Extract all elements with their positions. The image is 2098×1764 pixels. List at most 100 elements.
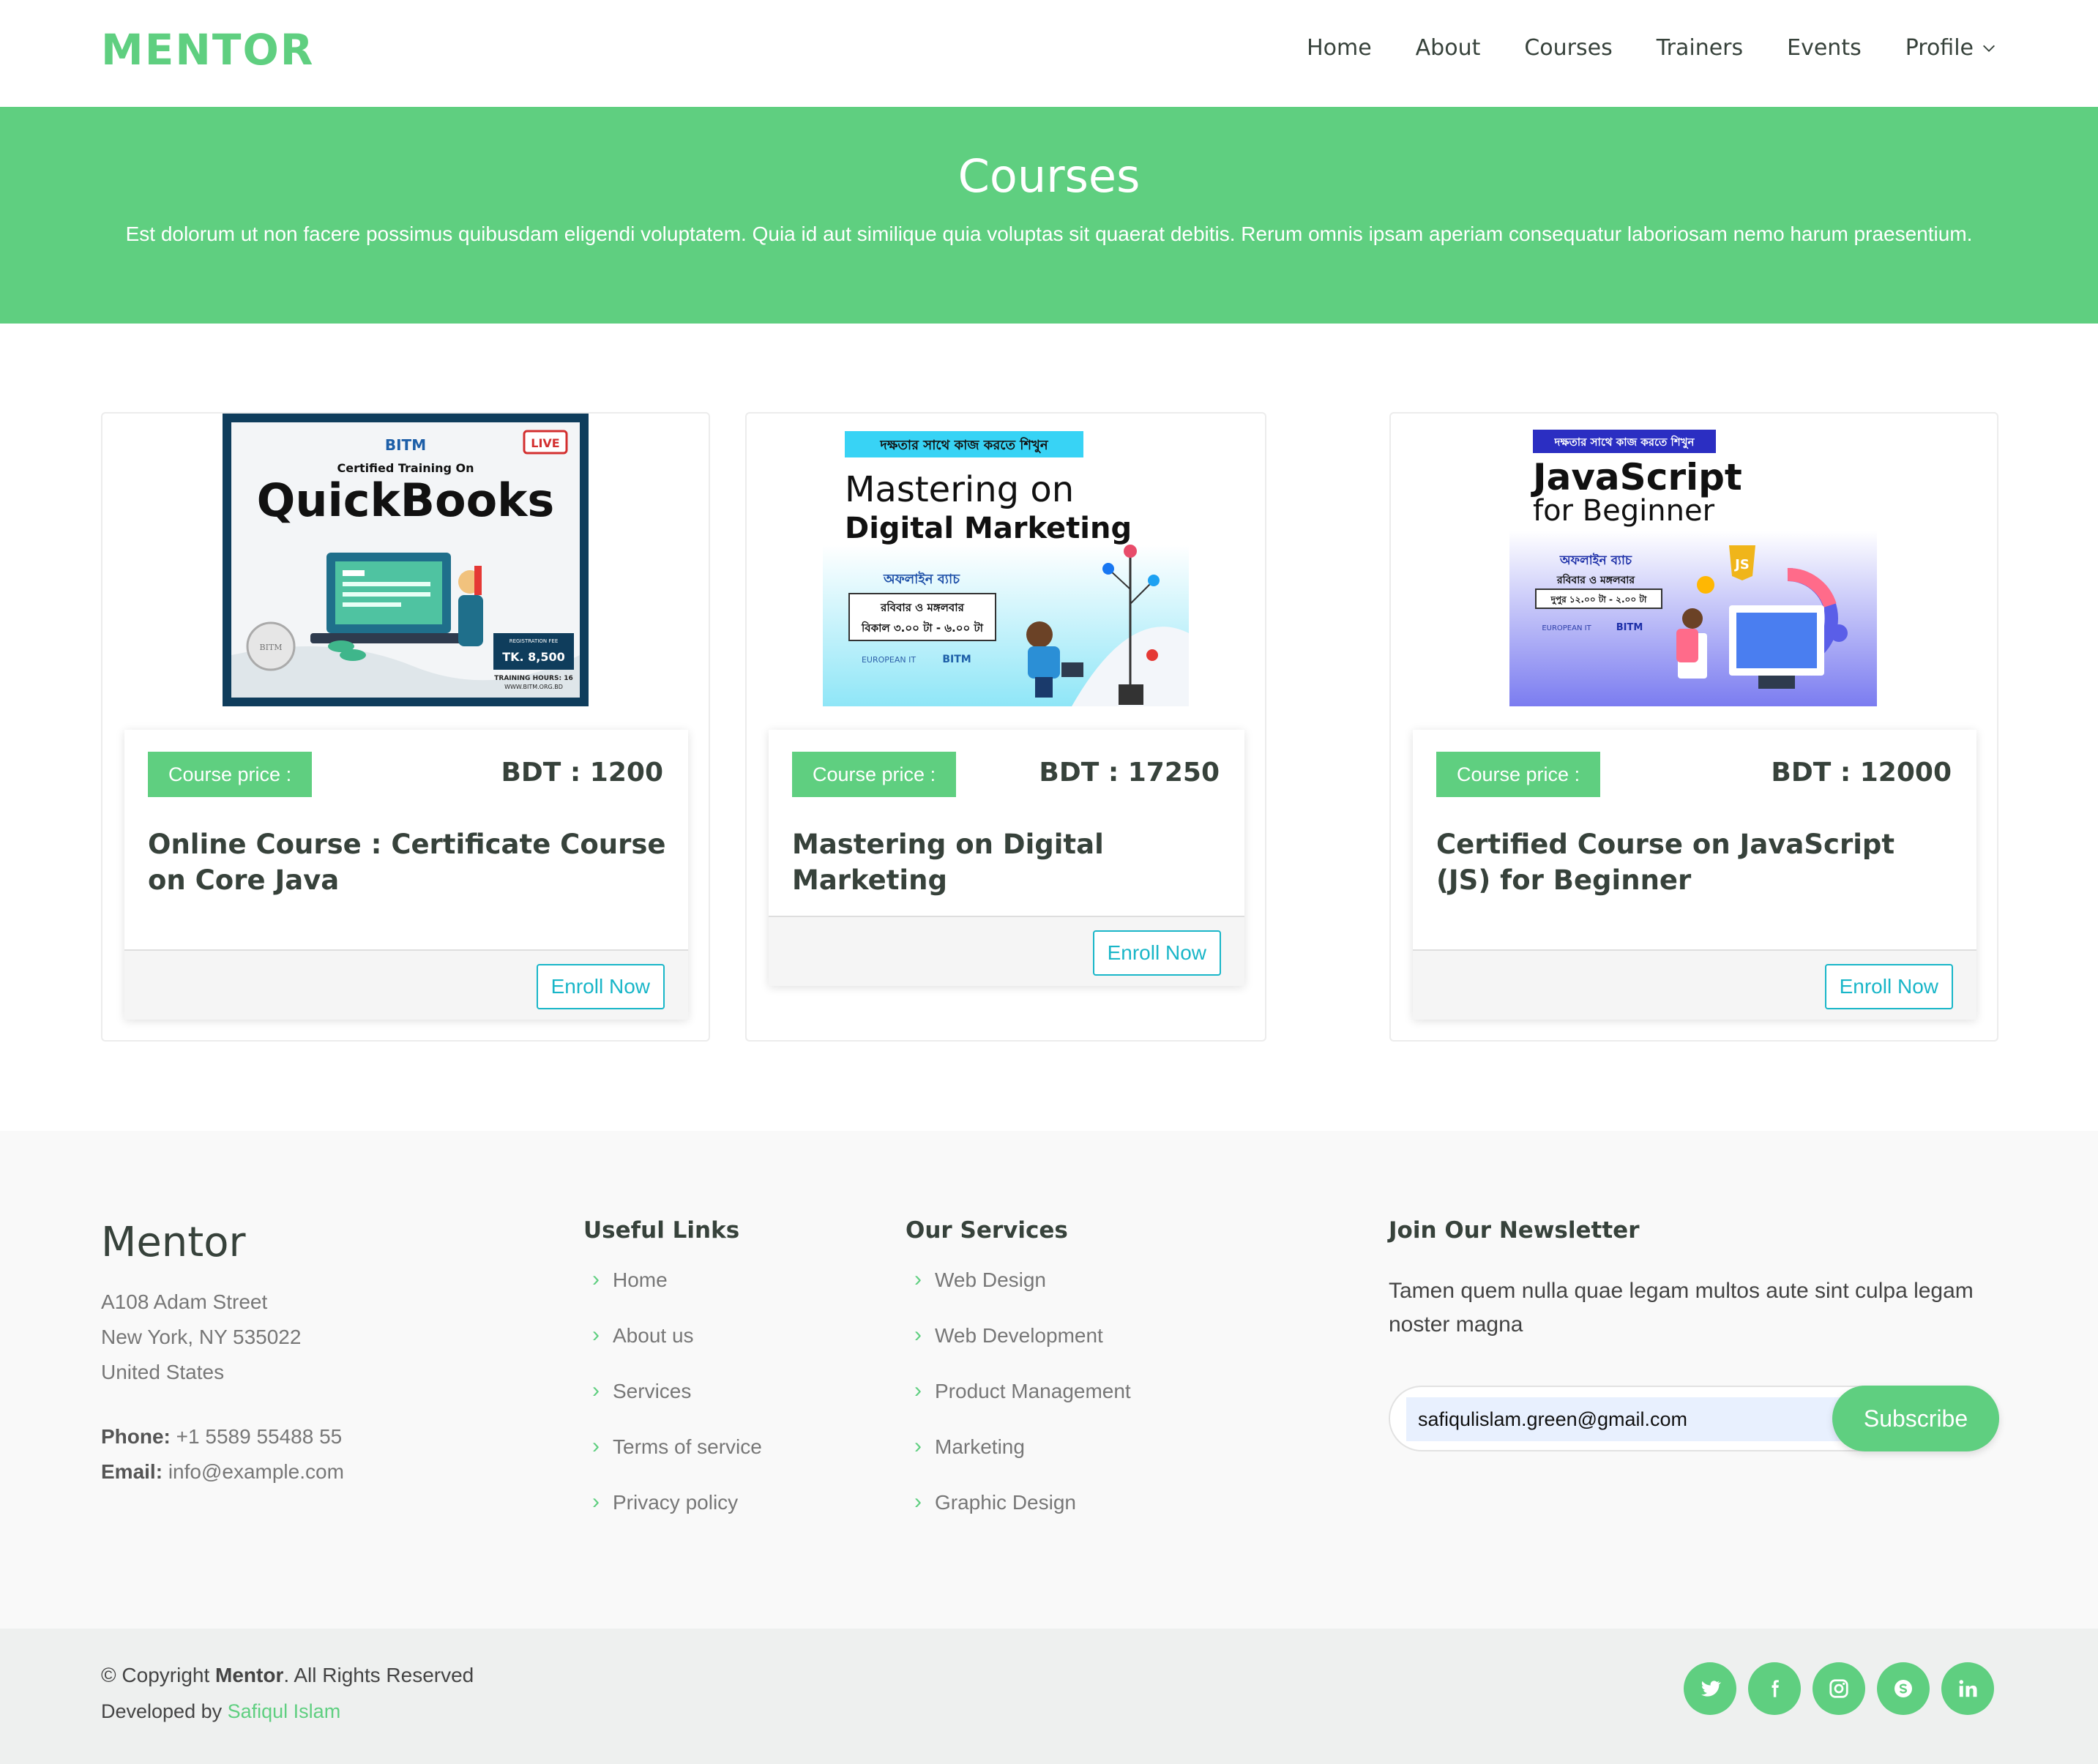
services-list: › Web Design › Web Development › Product Ma… [906,1268,1131,1547]
instagram-icon[interactable] [1813,1662,1865,1715]
course-card-2: দক্ষতার সাথে কাজ করতে শিখুন Mastering on… [745,412,1266,1042]
quickbooks-banner: BITM LIVE Certified Training On QuickBoo… [223,414,589,706]
linkedin-icon[interactable] [1941,1662,1994,1715]
js-line2: for Beginner [1533,494,1715,528]
nav-trainers[interactable]: Trainers [1657,35,1743,61]
footer-brand: Mentor [101,1219,246,1266]
qb-url: WWW.BITM.ORG.BD [504,684,563,690]
course-title[interactable]: Mastering on Digital Marketing [792,826,1224,898]
qb-fee: TK. 8,500 [502,650,565,664]
newsletter-form: Subscribe [1389,1386,1999,1451]
nav-home[interactable]: Home [1307,35,1372,61]
chevron-right-icon: › [592,1267,600,1291]
footer-contact: Phone: +1 5589 55488 55 Email: info@exam… [101,1419,344,1490]
course-title[interactable]: Certified Course on JavaScript (JS) for … [1436,826,1956,898]
newsletter-email-input[interactable] [1406,1397,1845,1441]
qb-hours: TRAINING HOURS: 16 [494,675,572,682]
useful-link-terms[interactable]: › Terms of service [583,1435,762,1491]
nav-events[interactable]: Events [1787,35,1862,61]
developer-link[interactable]: Safiqul Islam [228,1700,341,1722]
link-label: Product Management [935,1380,1131,1402]
useful-link-services[interactable]: › Services [583,1380,762,1435]
email-value: info@example.com [168,1460,344,1483]
course-details-3: Course price : BDT : 12000 Certified Cou… [1413,730,1976,1020]
js-batch: অফলাইন ব্যাচ [1559,553,1632,568]
email-label: Email: [101,1460,163,1483]
service-link-product-management[interactable]: › Product Management [906,1380,1131,1435]
dm-line1: Mastering on [845,469,1074,510]
course-card-3: দক্ষতার সাথে কাজ করতে শিখুন JavaScript f… [1389,412,1998,1042]
service-link-web-development[interactable]: › Web Development [906,1324,1131,1380]
dm-time: বিকাল ৩.০০ টা - ৬.০০ টা [861,621,984,635]
javascript-banner: দক্ষতার সাথে কাজ করতে শিখুন JavaScript f… [1509,414,1877,706]
nav-courses[interactable]: Courses [1524,35,1612,61]
link-label: Web Design [935,1268,1047,1291]
course-price: BDT : 12000 [1771,758,1952,788]
course-details-1: Course price : BDT : 1200 Online Course … [124,730,688,1020]
qb-live: LIVE [531,436,559,450]
chevron-right-icon: › [914,1490,922,1514]
footer-address: A108 Adam Street New York, NY 535022 Uni… [101,1285,301,1390]
site-logo[interactable]: MENTOR [101,25,314,75]
developer-credit: Developed by Safiqul Islam [101,1700,340,1723]
link-label: Services [613,1380,692,1402]
subscribe-button[interactable]: Subscribe [1832,1386,1999,1451]
chevron-down-icon [1983,45,1995,52]
link-label: Home [613,1268,668,1291]
qb-brand: BITM [385,436,426,454]
address-line: A108 Adam Street [101,1290,268,1313]
address-line: New York, NY 535022 [101,1326,302,1348]
digital-marketing-banner: দক্ষতার সাথে কাজ করতে শিখুন Mastering on… [823,414,1189,706]
newsletter-title: Join Our Newsletter [1389,1217,1640,1244]
enroll-now-button[interactable]: Enroll Now [1824,964,1953,1009]
service-link-graphic-design[interactable]: › Graphic Design [906,1491,1131,1547]
facebook-icon[interactable] [1748,1662,1801,1715]
nav-profile-label: Profile [1905,35,1974,61]
nav-profile[interactable]: Profile [1905,35,1997,61]
chevron-right-icon: › [914,1267,922,1291]
course-price-label: Course price : [792,752,957,797]
page-title: Courses [957,149,1141,203]
service-link-marketing[interactable]: › Marketing [906,1435,1131,1491]
skype-icon[interactable] [1877,1662,1930,1715]
link-label: Graphic Design [935,1491,1076,1514]
useful-link-privacy[interactable]: › Privacy policy [583,1491,762,1547]
phone-line: Phone: +1 5589 55488 55 [101,1419,344,1454]
useful-links-list: › Home › About us › Services › Terms of serv… [583,1268,762,1547]
course-title[interactable]: Online Course : Certificate Course on Co… [148,826,668,898]
copyright-prefix: © Copyright [101,1664,216,1686]
js-time: দুপুর ১২.০০ টা - ২.০০ টা [1550,594,1647,606]
course-footer: Enroll Now [769,916,1244,986]
newsletter-text: Tamen quem nulla quae legam multos aute … [1389,1279,1974,1337]
course-price-label: Course price : [148,752,313,797]
dm-tag: দক্ষতার সাথে কাজ করতে শিখুন [879,437,1049,453]
enroll-now-button[interactable]: Enroll Now [536,964,665,1009]
enroll-now-button[interactable]: Enroll Now [1092,930,1221,976]
course-image-digital-marketing[interactable]: দক্ষতার সাথে কাজ করতে শিখুন Mastering on… [823,414,1189,706]
js-partner: EUROPEAN IT [1542,624,1591,632]
dm-partner: EUROPEAN IT [862,655,916,665]
course-card-1: BITM LIVE Certified Training On QuickBoo… [101,412,710,1042]
footer-top: Mentor A108 Adam Street New York, NY 535… [0,1131,2098,1629]
useful-link-about[interactable]: › About us [583,1324,762,1380]
chevron-right-icon: › [592,1378,600,1402]
course-image-quickbooks[interactable]: BITM LIVE Certified Training On QuickBoo… [223,414,589,706]
copyright-brand: Mentor [215,1664,284,1686]
useful-link-home[interactable]: › Home [583,1268,762,1324]
phone-label: Phone: [101,1425,171,1448]
dm-days: রবিবার ও মঙ্গলবার [880,600,964,614]
copyright: © Copyright Mentor. All Rights Reserved [101,1664,474,1687]
nav-about[interactable]: About [1416,35,1481,61]
twitter-icon[interactable] [1684,1662,1736,1715]
course-image-javascript[interactable]: দক্ষতার সাথে কাজ করতে শিখুন JavaScript f… [1509,414,1877,706]
link-label: Terms of service [613,1435,762,1458]
page-hero: Courses Est dolorum ut non facere possim… [0,107,2098,324]
link-label: Marketing [935,1435,1025,1458]
qb-seal: BITM [259,643,282,652]
qb-headline: QuickBooks [257,474,555,527]
hero-description: Est dolorum ut non facere possimus quibu… [125,223,1973,245]
qb-fee-label: REGISTRATION FEE [509,638,559,644]
phone-value: +1 5589 55488 55 [176,1425,343,1448]
service-link-web-design[interactable]: › Web Design [906,1268,1131,1324]
footer-bottom: © Copyright Mentor. All Rights Reserved … [0,1629,2098,1764]
